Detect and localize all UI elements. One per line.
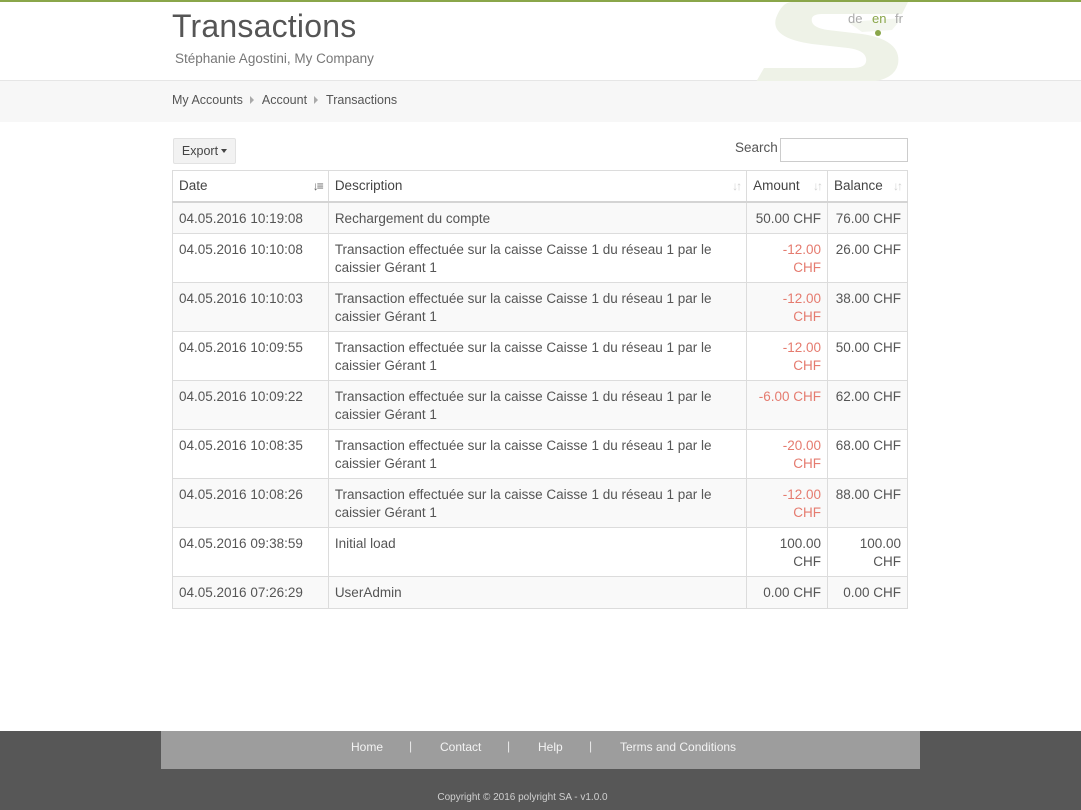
sort-icon: ↓↑: [813, 179, 823, 193]
lang-de[interactable]: de: [848, 11, 862, 26]
column-label-description: Description: [334, 178, 403, 194]
page-header: Transactions Stéphanie Agostini, My Comp…: [0, 2, 1081, 81]
transactions-table: Date ↓≡ Description ↓↑ Amount ↓↑ Balance…: [172, 170, 908, 609]
page-title: Transactions: [172, 8, 357, 44]
copyright-text: Copyright © 2016 polyright SA - v1.0.0: [437, 792, 608, 803]
cell-balance: 50.00 CHF: [827, 331, 908, 381]
cell-description: Rechargement du compte: [327, 201, 748, 234]
cell-amount: -6.00 CHF: [746, 380, 829, 430]
breadcrumb: My Accounts Account Transactions: [172, 93, 397, 107]
company-logo-watermark: [756, 2, 908, 82]
table-row: 04.05.2016 10:08:26 Transaction effectué…: [172, 478, 908, 528]
column-header-balance[interactable]: Balance ↓↑: [827, 170, 908, 203]
column-header-amount[interactable]: Amount ↓↑: [746, 170, 829, 203]
cell-description: Transaction effectuée sur la caisse Cais…: [327, 380, 748, 430]
breadcrumb-transactions: Transactions: [326, 93, 398, 107]
column-header-date[interactable]: Date ↓≡: [172, 170, 329, 203]
breadcrumb-separator-icon: [314, 96, 319, 104]
table-row: 04.05.2016 10:09:22 Transaction effectué…: [172, 380, 908, 430]
footer-link-terms[interactable]: Terms and Conditions: [620, 740, 736, 754]
cell-date: 04.05.2016 10:08:35: [172, 429, 329, 479]
cell-amount: -12.00 CHF: [746, 233, 829, 283]
lang-en[interactable]: en: [872, 11, 886, 26]
export-label: Export: [181, 144, 219, 158]
table-row: 04.05.2016 07:26:29 UserAdmin 0.00 CHF 0…: [172, 576, 908, 609]
footer-separator: |: [589, 739, 593, 753]
cell-date: 04.05.2016 10:10:08: [172, 233, 329, 283]
breadcrumb-my-accounts[interactable]: My Accounts: [172, 93, 243, 107]
cell-balance: 0.00 CHF: [827, 576, 908, 609]
table-header-row: Date ↓≡ Description ↓↑ Amount ↓↑ Balance…: [172, 170, 908, 203]
cell-balance: 76.00 CHF: [827, 201, 908, 234]
page-footer: Home | Contact | Help | Terms and Condit…: [0, 731, 1081, 810]
cell-date: 04.05.2016 07:26:29: [172, 576, 329, 609]
cell-description: Transaction effectuée sur la caisse Cais…: [327, 282, 748, 332]
lang-fr[interactable]: fr: [895, 11, 903, 26]
table-row: 04.05.2016 10:08:35 Transaction effectué…: [172, 429, 908, 479]
cell-date: 04.05.2016 10:09:55: [172, 331, 329, 381]
cell-description: Initial load: [327, 527, 748, 577]
footer-nav: Home | Contact | Help | Terms and Condit…: [161, 731, 920, 769]
table-row: 04.05.2016 10:09:55 Transaction effectué…: [172, 331, 908, 381]
user-company-subtitle: Stéphanie Agostini, My Company: [175, 51, 374, 66]
cell-balance: 62.00 CHF: [827, 380, 908, 430]
cell-amount: -12.00 CHF: [746, 282, 829, 332]
cell-date: 04.05.2016 10:19:08: [172, 201, 329, 234]
table-row: 04.05.2016 10:10:08 Transaction effectué…: [172, 233, 908, 283]
footer-separator: |: [409, 739, 413, 753]
cell-amount: 100.00 CHF: [746, 527, 829, 577]
cell-date: 04.05.2016 10:10:03: [172, 282, 329, 332]
cell-amount: 50.00 CHF: [746, 201, 829, 234]
cell-amount: -20.00 CHF: [746, 429, 829, 479]
column-header-description[interactable]: Description ↓↑: [327, 170, 748, 203]
breadcrumb-account[interactable]: Account: [262, 93, 307, 107]
caret-down-icon: [221, 149, 228, 153]
search-input[interactable]: [780, 138, 908, 162]
cell-description: Transaction effectuée sur la caisse Cais…: [327, 331, 748, 381]
active-language-indicator: [875, 30, 881, 36]
sort-descending-icon: ↓≡: [312, 179, 324, 193]
cell-balance: 100.00 CHF: [827, 527, 908, 577]
cell-description: Transaction effectuée sur la caisse Cais…: [327, 233, 748, 283]
footer-separator: |: [507, 739, 511, 753]
cell-date: 04.05.2016 10:08:26: [172, 478, 329, 528]
column-label-balance: Balance: [834, 178, 883, 194]
table-row: 04.05.2016 09:38:59 Initial load 100.00 …: [172, 527, 908, 577]
table-row: 04.05.2016 10:10:03 Transaction effectué…: [172, 282, 908, 332]
footer-link-help[interactable]: Help: [538, 740, 563, 754]
column-label-amount: Amount: [753, 178, 800, 194]
table-row: 04.05.2016 10:19:08 Rechargement du comp…: [172, 201, 908, 234]
cell-date: 04.05.2016 10:09:22: [172, 380, 329, 430]
cell-description: Transaction effectuée sur la caisse Cais…: [327, 429, 748, 479]
cell-amount: -12.00 CHF: [746, 478, 829, 528]
export-dropdown-button[interactable]: Export: [173, 138, 236, 164]
cell-balance: 68.00 CHF: [827, 429, 908, 479]
footer-link-contact[interactable]: Contact: [440, 740, 481, 754]
cell-amount: -12.00 CHF: [746, 331, 829, 381]
search-label: Search: [735, 140, 778, 155]
cell-description: Transaction effectuée sur la caisse Cais…: [327, 478, 748, 528]
cell-amount: 0.00 CHF: [746, 576, 829, 609]
breadcrumb-separator-icon: [249, 96, 254, 104]
cell-balance: 38.00 CHF: [827, 282, 908, 332]
cell-description: UserAdmin: [327, 576, 748, 609]
cell-date: 04.05.2016 09:38:59: [172, 527, 329, 577]
sort-icon: ↓↑: [893, 179, 903, 193]
footer-link-home[interactable]: Home: [351, 740, 383, 754]
breadcrumb-bar: My Accounts Account Transactions: [0, 81, 1081, 122]
cell-balance: 26.00 CHF: [827, 233, 908, 283]
column-label-date: Date: [179, 178, 208, 194]
cell-balance: 88.00 CHF: [827, 478, 908, 528]
sort-icon: ↓↑: [732, 179, 742, 193]
